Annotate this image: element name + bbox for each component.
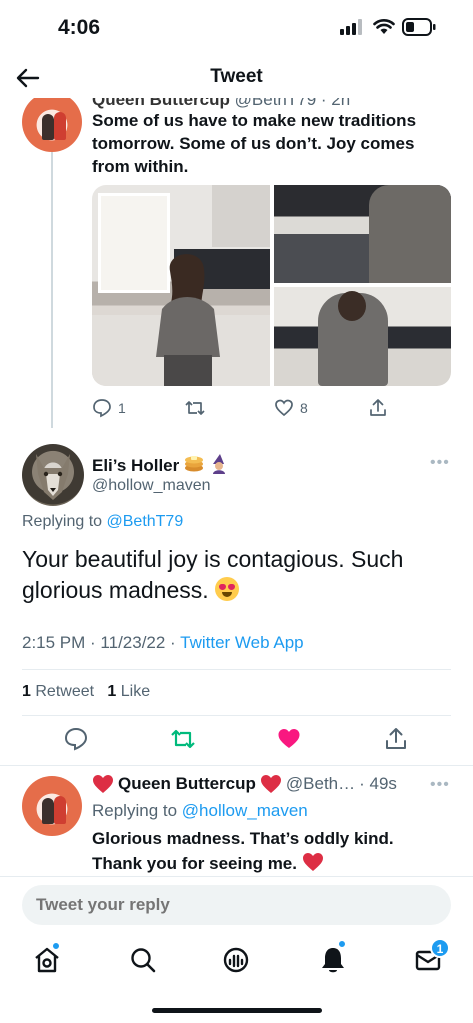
status-time: 4:06 <box>58 16 101 39</box>
retweet-icon[interactable] <box>170 726 196 752</box>
retweet-count: 1 <box>22 683 31 700</box>
photo-main[interactable] <box>92 185 270 386</box>
page-title: Tweet <box>210 66 263 87</box>
like-button[interactable]: 8 <box>274 398 308 418</box>
display-name: Eli’s Holler <box>92 456 180 475</box>
wifi-icon <box>373 19 395 34</box>
parent-tweet-actions: 1 8 <box>92 398 392 422</box>
divider <box>22 715 451 716</box>
reply-icon[interactable] <box>63 726 89 752</box>
red-heart-emoji-icon <box>302 853 323 871</box>
more-options-icon[interactable]: ••• <box>430 776 450 794</box>
replying-to: Replying to @BethT79 <box>22 513 183 531</box>
replying-label: Replying to <box>92 801 178 820</box>
reply-composer <box>0 876 473 934</box>
thread-line <box>51 152 53 428</box>
photo-top-right[interactable] <box>274 185 451 283</box>
reply-button[interactable]: 1 <box>92 398 126 418</box>
timestamp-text: 2:15 PM · 11/23/22 · <box>22 633 181 652</box>
messages-badge: 1 <box>430 938 450 958</box>
retweet-button[interactable] <box>184 398 206 418</box>
replying-to-link[interactable]: @hollow_maven <box>182 801 308 820</box>
bottom-tab-bar: 1 <box>0 934 473 1023</box>
tweet-timestamp: 2:15 PM · 11/23/22 · Twitter Web App <box>22 633 304 653</box>
tweet-media-grid <box>92 185 451 386</box>
spaces-icon[interactable] <box>220 944 252 976</box>
avatar[interactable] <box>22 444 84 506</box>
likes-stat[interactable]: 1 Like <box>107 683 150 700</box>
avatar[interactable] <box>22 776 82 836</box>
author-handle[interactable]: @hollow_maven <box>92 477 211 495</box>
retweet-label: Retweet <box>35 683 95 700</box>
pancakes-emoji-icon <box>184 456 203 472</box>
reply-text: Glorious madness. That’s oddly kind. Tha… <box>92 826 442 876</box>
liked-heart-icon[interactable] <box>276 726 302 752</box>
retweets-stat[interactable]: 1 Retweet <box>22 683 94 700</box>
red-heart-emoji-icon <box>93 775 113 793</box>
parent-handle: @BethT79 · 2h <box>234 98 351 109</box>
like-count: 1 <box>107 683 117 700</box>
author-handle[interactable]: @Beth… <box>286 774 355 794</box>
red-heart-emoji-icon <box>260 775 281 793</box>
reply-tweet[interactable]: Queen Buttercup @Beth… · 49s ••• Replyin… <box>0 765 473 877</box>
reply-icon <box>93 399 111 418</box>
author-name[interactable]: Eli’s Holler <box>92 454 229 476</box>
cellular-signal-icon <box>340 19 362 35</box>
notifications-dot <box>338 940 346 948</box>
tweet-time: · 49s <box>359 774 397 793</box>
like-count: 8 <box>300 400 308 416</box>
replying-label: Replying to <box>22 513 103 530</box>
tweet-actions <box>0 726 473 756</box>
home-indicator <box>152 1008 322 1013</box>
display-name[interactable]: Queen Buttercup <box>118 774 256 794</box>
status-bar: 4:06 <box>0 0 473 58</box>
heart-eyes-emoji-icon <box>215 577 240 601</box>
mage-emoji-icon <box>212 454 225 474</box>
replying-to-link[interactable]: @BethT79 <box>107 513 184 530</box>
heart-outline-icon <box>275 399 293 417</box>
replying-to: Replying to @hollow_maven <box>92 801 308 821</box>
photo-bottom-right[interactable] <box>274 287 451 386</box>
reply-input[interactable] <box>22 885 451 925</box>
parent-tweet[interactable]: Queen Buttercup @BethT79 · 2h Some of us… <box>0 98 473 428</box>
tweet-text: Your beautiful joy is contagious. Such g… <box>22 546 404 603</box>
engagement-stats: 1 Retweet 1 Like <box>22 683 150 701</box>
home-notification-dot <box>52 942 60 950</box>
top-header: Tweet <box>0 58 473 98</box>
share-button[interactable] <box>368 398 388 418</box>
retweet-icon <box>185 401 205 415</box>
share-icon <box>370 399 386 416</box>
reply-author-row: Queen Buttercup @Beth… · 49s <box>92 774 397 794</box>
tweet-body: Your beautiful joy is contagious. Such g… <box>22 544 452 606</box>
reply-text-content: Glorious madness. That’s oddly kind. Tha… <box>92 829 394 873</box>
avatar[interactable] <box>22 98 82 152</box>
notifications-bell-icon[interactable] <box>317 944 349 976</box>
parent-tweet-text: Some of us have to make new traditions t… <box>92 111 417 176</box>
more-options-icon[interactable]: ••• <box>430 454 450 472</box>
parent-display-name: Queen Buttercup <box>92 98 230 109</box>
battery-icon <box>402 18 436 36</box>
search-icon[interactable] <box>127 944 159 976</box>
like-label: Like <box>120 683 151 700</box>
reply-count: 1 <box>118 400 126 416</box>
source-app-link[interactable]: Twitter Web App <box>180 633 303 652</box>
divider <box>22 669 451 670</box>
share-icon[interactable] <box>383 726 409 752</box>
